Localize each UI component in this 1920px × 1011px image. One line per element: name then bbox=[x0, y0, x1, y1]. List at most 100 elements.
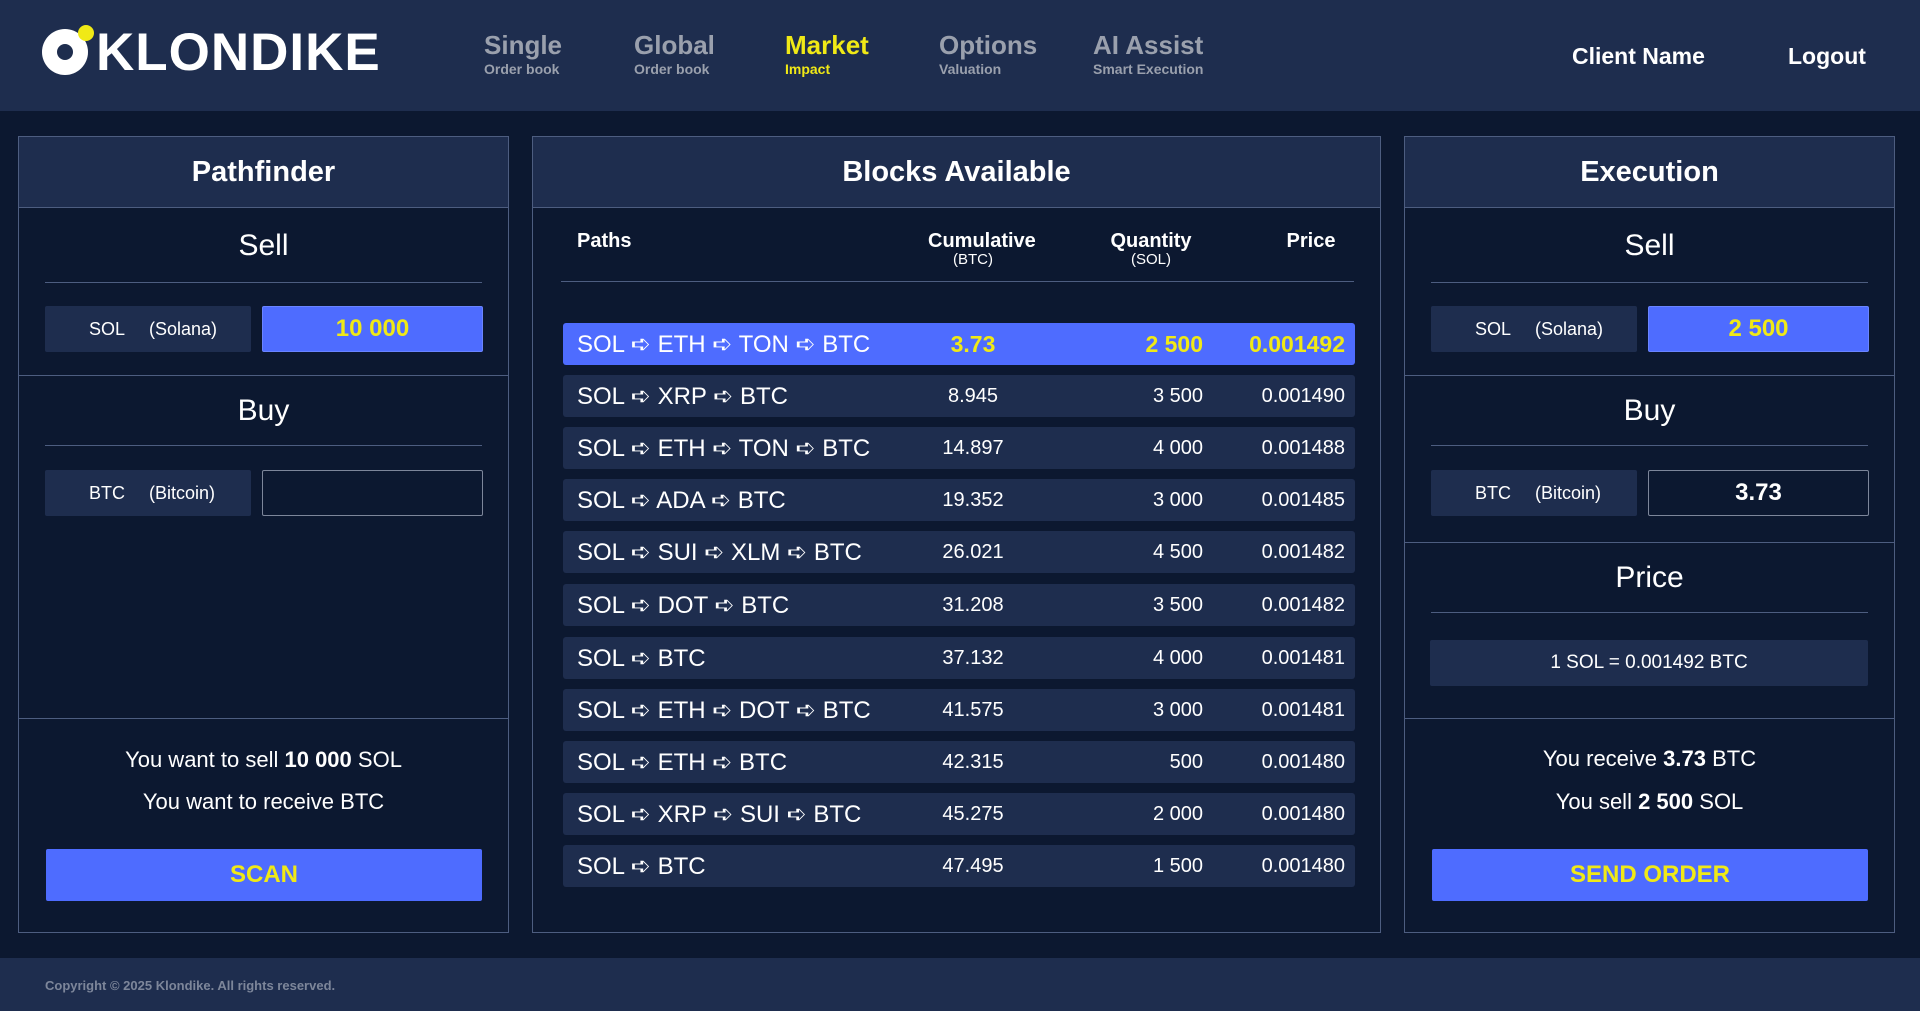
price-cell: 0.001482 bbox=[1261, 593, 1345, 616]
cumulative-cell: 47.495 bbox=[942, 854, 1004, 877]
panel-title: Pathfinder bbox=[19, 137, 508, 208]
sell-summary: You sell 2 500 SOL bbox=[1405, 789, 1894, 815]
sell-coin-selector[interactable]: SOL (Solana) bbox=[45, 306, 251, 352]
coin-symbol: BTC bbox=[89, 482, 125, 503]
summary-prefix: You sell bbox=[1555, 789, 1632, 814]
col-header-quantity: Quantity (SOL) bbox=[1106, 231, 1196, 268]
coin-name: (Bitcoin) bbox=[1535, 482, 1602, 503]
divider bbox=[1431, 612, 1868, 613]
price-cell: 0.001480 bbox=[1261, 750, 1345, 773]
nav-subtitle: Smart Execution bbox=[1093, 61, 1204, 77]
cumulative-cell: 8.945 bbox=[947, 384, 999, 407]
quantity-cell: 2 000 bbox=[1152, 802, 1203, 825]
table-row[interactable]: SOL ➪ DOT ➪ BTC 31.208 3 500 0.001482 bbox=[563, 584, 1355, 626]
summary-amount: 10 000 bbox=[284, 747, 352, 772]
table-row[interactable]: SOL ➪ ADA ➪ BTC 19.352 3 000 0.001485 bbox=[563, 479, 1355, 521]
cumulative-cell: 37.132 bbox=[942, 646, 1004, 669]
buy-section: Buy BTC (Bitcoin) bbox=[19, 376, 508, 719]
col-header-paths: Paths bbox=[577, 230, 632, 252]
nav-global-order-book[interactable]: Global Order book bbox=[634, 32, 715, 76]
price-cell: 0.001481 bbox=[1261, 646, 1345, 669]
table-row[interactable]: SOL ➪ ETH ➪ TON ➪ BTC 14.897 4 000 0.001… bbox=[563, 427, 1355, 469]
divider bbox=[561, 281, 1354, 282]
price-section: Price 1 SOL = 0.001492 BTC bbox=[1405, 543, 1894, 719]
client-name-link[interactable]: Client Name bbox=[1572, 43, 1705, 70]
sell-title: Sell bbox=[1624, 229, 1675, 262]
quantity-cell: 2 500 bbox=[1145, 330, 1203, 357]
footer: Copyright © 2025 Klondike. All rights re… bbox=[0, 958, 1920, 1011]
cumulative-cell: 41.575 bbox=[942, 698, 1004, 721]
path-cell: SOL ➪ BTC bbox=[577, 852, 706, 880]
copyright-text: Copyright © 2025 Klondike. All rights re… bbox=[45, 978, 336, 993]
table-row[interactable]: SOL ➪ ETH ➪ BTC 42.315 500 0.001480 bbox=[563, 741, 1355, 783]
price-cell: 0.001485 bbox=[1261, 488, 1345, 511]
table-row[interactable]: SOL ➪ BTC 37.132 4 000 0.001481 bbox=[563, 637, 1355, 679]
klondike-logo[interactable]: KLONDIKE bbox=[42, 22, 381, 82]
col-header-price: Price bbox=[1286, 230, 1336, 252]
buy-amount-input[interactable] bbox=[262, 470, 483, 516]
scan-button[interactable]: SCAN bbox=[46, 849, 482, 901]
divider bbox=[1431, 445, 1868, 446]
coin-symbol: SOL bbox=[1475, 318, 1512, 339]
divider bbox=[45, 282, 482, 283]
table-row[interactable]: SOL ➪ ETH ➪ DOT ➪ BTC 41.575 3 000 0.001… bbox=[563, 689, 1355, 731]
nav-title: AI Assist bbox=[1093, 30, 1204, 60]
logout-link[interactable]: Logout bbox=[1788, 43, 1866, 70]
cumulative-cell: 14.897 bbox=[942, 436, 1004, 459]
table-row[interactable]: SOL ➪ SUI ➪ XLM ➪ BTC 26.021 4 500 0.001… bbox=[563, 531, 1355, 573]
nav-title: Options bbox=[939, 30, 1038, 60]
sell-coin-selector[interactable]: SOL (Solana) bbox=[1431, 306, 1637, 352]
quantity-cell: 4 000 bbox=[1152, 646, 1203, 669]
quantity-cell: 3 000 bbox=[1152, 488, 1203, 511]
col-header-unit: (BTC) bbox=[953, 251, 993, 268]
price-cell: 0.001490 bbox=[1261, 384, 1345, 407]
buy-coin-selector[interactable]: BTC (Bitcoin) bbox=[45, 470, 251, 516]
divider bbox=[45, 445, 482, 446]
path-cell: SOL ➪ ETH ➪ DOT ➪ BTC bbox=[577, 696, 871, 724]
pathfinder-panel: Pathfinder Sell SOL (Solana) 10 000 Buy … bbox=[18, 136, 509, 933]
brand-name: KLONDIKE bbox=[96, 22, 381, 82]
cumulative-cell: 19.352 bbox=[942, 488, 1004, 511]
send-order-button[interactable]: SEND ORDER bbox=[1432, 849, 1868, 901]
path-cell: SOL ➪ BTC bbox=[577, 644, 706, 672]
table-row[interactable]: SOL ➪ BTC 47.495 1 500 0.001480 bbox=[563, 845, 1355, 887]
price-cell: 0.001488 bbox=[1261, 436, 1345, 459]
buy-coin-selector[interactable]: BTC (Bitcoin) bbox=[1431, 470, 1637, 516]
price-cell: 0.001481 bbox=[1261, 698, 1345, 721]
price-cell: 0.001492 bbox=[1249, 330, 1345, 357]
nav-market-impact[interactable]: Market Impact bbox=[785, 32, 869, 76]
execution-panel: Execution Sell SOL (Solana) 2 500 Buy BT… bbox=[1404, 136, 1895, 933]
coin-symbol: SOL bbox=[89, 318, 126, 339]
table-row[interactable]: SOL ➪ XRP ➪ BTC 8.945 3 500 0.001490 bbox=[563, 375, 1355, 417]
path-cell: SOL ➪ ETH ➪ TON ➪ BTC bbox=[577, 330, 871, 358]
cumulative-cell: 3.73 bbox=[950, 330, 996, 357]
quantity-cell: 1 500 bbox=[1152, 854, 1203, 877]
buy-amount-output: 3.73 bbox=[1648, 470, 1869, 516]
nav-subtitle: Valuation bbox=[939, 61, 1002, 77]
nav-options-valuation[interactable]: Options Valuation bbox=[939, 32, 1037, 76]
receive-summary: You want to receive BTC bbox=[142, 789, 385, 814]
sell-amount-input[interactable]: 2 500 bbox=[1648, 306, 1869, 352]
panel-title: Execution bbox=[1405, 137, 1894, 208]
panel-title: Blocks Available bbox=[533, 137, 1380, 208]
cumulative-cell: 26.021 bbox=[942, 540, 1004, 563]
cumulative-cell: 45.275 bbox=[942, 802, 1004, 825]
sell-amount-input[interactable]: 10 000 bbox=[262, 306, 483, 352]
summary-unit: BTC bbox=[1712, 746, 1757, 771]
nav-ai-assist[interactable]: AI Assist Smart Execution bbox=[1093, 32, 1203, 76]
buy-section: Buy BTC (Bitcoin) 3.73 bbox=[1405, 376, 1894, 543]
nav-single-order-book[interactable]: Single Order book bbox=[484, 32, 562, 76]
price-quote: 1 SOL = 0.001492 BTC bbox=[1430, 640, 1868, 686]
coin-name: (Solana) bbox=[149, 318, 218, 339]
nav-subtitle: Order book bbox=[484, 61, 560, 77]
table-row-selected[interactable]: SOL ➪ ETH ➪ TON ➪ BTC 3.73 2 500 0.00149… bbox=[563, 323, 1355, 365]
coin-name: (Bitcoin) bbox=[149, 482, 216, 503]
blocks-panel: Blocks Available Paths Cumulative (BTC) … bbox=[532, 136, 1381, 933]
quantity-cell: 3 000 bbox=[1152, 698, 1203, 721]
summary-unit: SOL bbox=[357, 747, 402, 772]
quantity-cell: 3 500 bbox=[1152, 593, 1203, 616]
coin-name: (Solana) bbox=[1535, 318, 1604, 339]
sell-section: Sell SOL (Solana) 10 000 bbox=[19, 209, 508, 376]
col-header-label: Cumulative bbox=[928, 230, 1036, 252]
table-row[interactable]: SOL ➪ XRP ➪ SUI ➪ BTC 45.275 2 000 0.001… bbox=[563, 793, 1355, 835]
